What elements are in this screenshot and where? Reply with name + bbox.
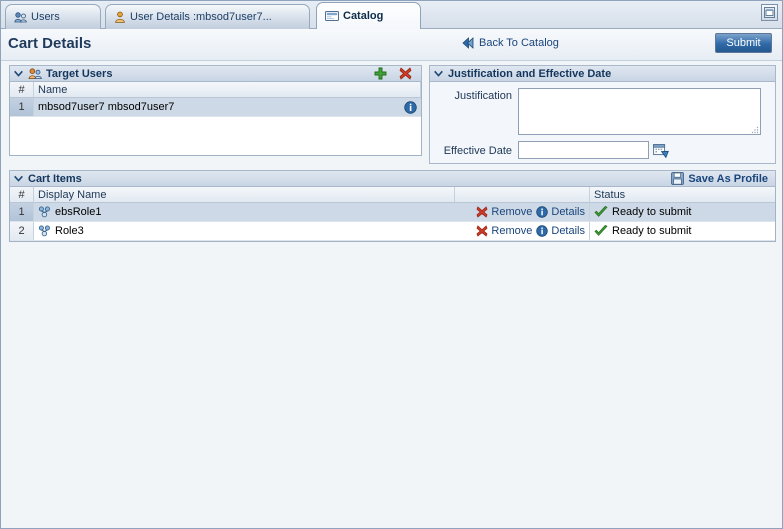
green-check-icon [594, 225, 608, 237]
target-users-icon [28, 67, 42, 80]
remove-link[interactable]: Remove [476, 206, 532, 218]
tab-catalog[interactable]: Catalog [316, 2, 421, 29]
calendar-picker-icon[interactable] [652, 141, 670, 159]
target-users-panel-header: Target Users [9, 65, 422, 82]
catalog-icon [325, 10, 339, 22]
target-users-row-info[interactable] [399, 98, 421, 116]
cart-items-col-actions[interactable] [455, 187, 590, 202]
back-to-catalog-link[interactable]: Back To Catalog [461, 37, 559, 49]
chevron-down-icon[interactable] [13, 68, 24, 79]
justification-label: Justification [454, 90, 512, 102]
target-users-row-name-label: mbsod7user7 mbsod7user7 [38, 101, 175, 113]
remove-label: Remove [491, 225, 533, 237]
effective-date-field-row: Effective Date [436, 141, 769, 159]
cart-item-index: 1 [10, 203, 34, 221]
target-users-panel-title: Target Users [46, 67, 113, 80]
submit-button-label: Submit [726, 37, 761, 49]
cart-item-status-label: Ready to submit [612, 206, 692, 218]
target-users-table: # Name 1 mbsod7user7 mbsod7user7 [9, 82, 422, 156]
cart-item-display-name: ebsRole1 [34, 203, 455, 221]
cart-item-status: Ready to submit [590, 203, 775, 221]
remove-red-x-icon [476, 225, 488, 237]
details-label: Details [551, 206, 585, 218]
table-row[interactable]: 1 ebsRole1 Remove Details Ready to submi… [10, 203, 775, 222]
target-users-empty-area [10, 117, 421, 155]
table-row[interactable]: 2 Role3 Remove Details Ready to submit [10, 222, 775, 241]
remove-label: Remove [491, 206, 533, 218]
back-to-catalog-label: Back To Catalog [479, 37, 559, 49]
back-arrow-icon [461, 37, 474, 49]
page-title: Cart Details [8, 35, 92, 52]
chevron-down-icon[interactable] [13, 173, 24, 184]
cart-items-header-row: # Display Name Status [10, 187, 775, 203]
table-row[interactable]: 1 mbsod7user7 mbsod7user7 [10, 98, 421, 117]
target-users-row-name: mbsod7user7 mbsod7user7 [34, 98, 399, 116]
info-icon [403, 100, 417, 114]
page-header: Cart Details Back To Catalog Submit [1, 29, 782, 61]
details-link[interactable]: Details [536, 225, 585, 237]
cart-items-col-status[interactable]: Status [590, 187, 775, 202]
target-users-row-index: 1 [10, 98, 34, 116]
chevron-down-icon[interactable] [433, 68, 444, 79]
cart-items-table: # Display Name Status 1 ebsRole1 Remove … [9, 187, 776, 242]
resize-grip-icon[interactable] [751, 125, 759, 134]
cart-items-panel: Cart Items Save As Profile # Display Nam… [9, 170, 776, 242]
justification-textarea-wrapper [518, 88, 761, 135]
cart-item-status: Ready to submit [590, 222, 775, 240]
tab-user-details-label: User Details :mbsod7user7... [130, 11, 272, 23]
application-window: Users User Details :mbsod7user7... Catal… [0, 0, 783, 529]
cart-items-panel-title: Cart Items [28, 172, 82, 185]
info-icon [536, 225, 549, 237]
user-details-icon [114, 11, 126, 23]
details-link[interactable]: Details [536, 206, 585, 218]
remove-link[interactable]: Remove [476, 225, 532, 237]
tab-catalog-label: Catalog [343, 10, 384, 22]
add-green-plus-icon[interactable] [374, 67, 387, 80]
save-as-profile-label: Save As Profile [688, 172, 768, 185]
tab-user-details[interactable]: User Details :mbsod7user7... [105, 4, 310, 29]
cart-item-status-label: Ready to submit [612, 225, 692, 237]
cart-item-display-name-label: Role3 [55, 225, 84, 237]
justification-form: Justification Effective Date [429, 82, 776, 164]
cart-item-actions: Remove Details [455, 222, 590, 240]
justification-panel-title: Justification and Effective Date [448, 67, 612, 80]
role-icon [38, 206, 51, 218]
green-check-icon [594, 206, 608, 218]
users-icon [14, 11, 27, 23]
target-users-col-index[interactable]: # [10, 82, 34, 97]
cart-item-display-name-label: ebsRole1 [55, 206, 102, 218]
cart-items-col-display-name[interactable]: Display Name [34, 187, 455, 202]
cart-item-display-name: Role3 [34, 222, 455, 240]
restore-window-icon [764, 7, 775, 18]
tab-users-label: Users [31, 11, 60, 23]
target-users-col-name[interactable]: Name [34, 82, 421, 97]
tab-users[interactable]: Users [5, 4, 101, 29]
cart-item-index: 2 [10, 222, 34, 240]
save-as-profile-button[interactable]: Save As Profile [671, 172, 772, 185]
justification-field-row: Justification [436, 88, 769, 135]
save-disk-icon [671, 172, 685, 185]
details-label: Details [551, 225, 585, 237]
target-users-header-row: # Name [10, 82, 421, 98]
tab-bar: Users User Details :mbsod7user7... Catal… [1, 1, 782, 29]
restore-window-button[interactable] [761, 4, 778, 21]
justification-panel: Justification and Effective Date Justifi… [429, 65, 776, 164]
justification-textarea[interactable] [519, 89, 760, 134]
delete-red-x-icon[interactable] [399, 67, 412, 80]
effective-date-label: Effective Date [443, 145, 512, 157]
info-icon [536, 206, 549, 218]
submit-button[interactable]: Submit [715, 33, 772, 53]
cart-items-col-index[interactable]: # [10, 187, 34, 202]
remove-red-x-icon [476, 206, 488, 218]
target-users-panel: Target Users # Name 1 mbsod7user7 mbsod7… [9, 65, 422, 156]
role-icon [38, 225, 51, 237]
effective-date-input[interactable] [518, 141, 649, 159]
cart-items-panel-header: Cart Items Save As Profile [9, 170, 776, 187]
justification-panel-header: Justification and Effective Date [429, 65, 776, 82]
cart-item-actions: Remove Details [455, 203, 590, 221]
